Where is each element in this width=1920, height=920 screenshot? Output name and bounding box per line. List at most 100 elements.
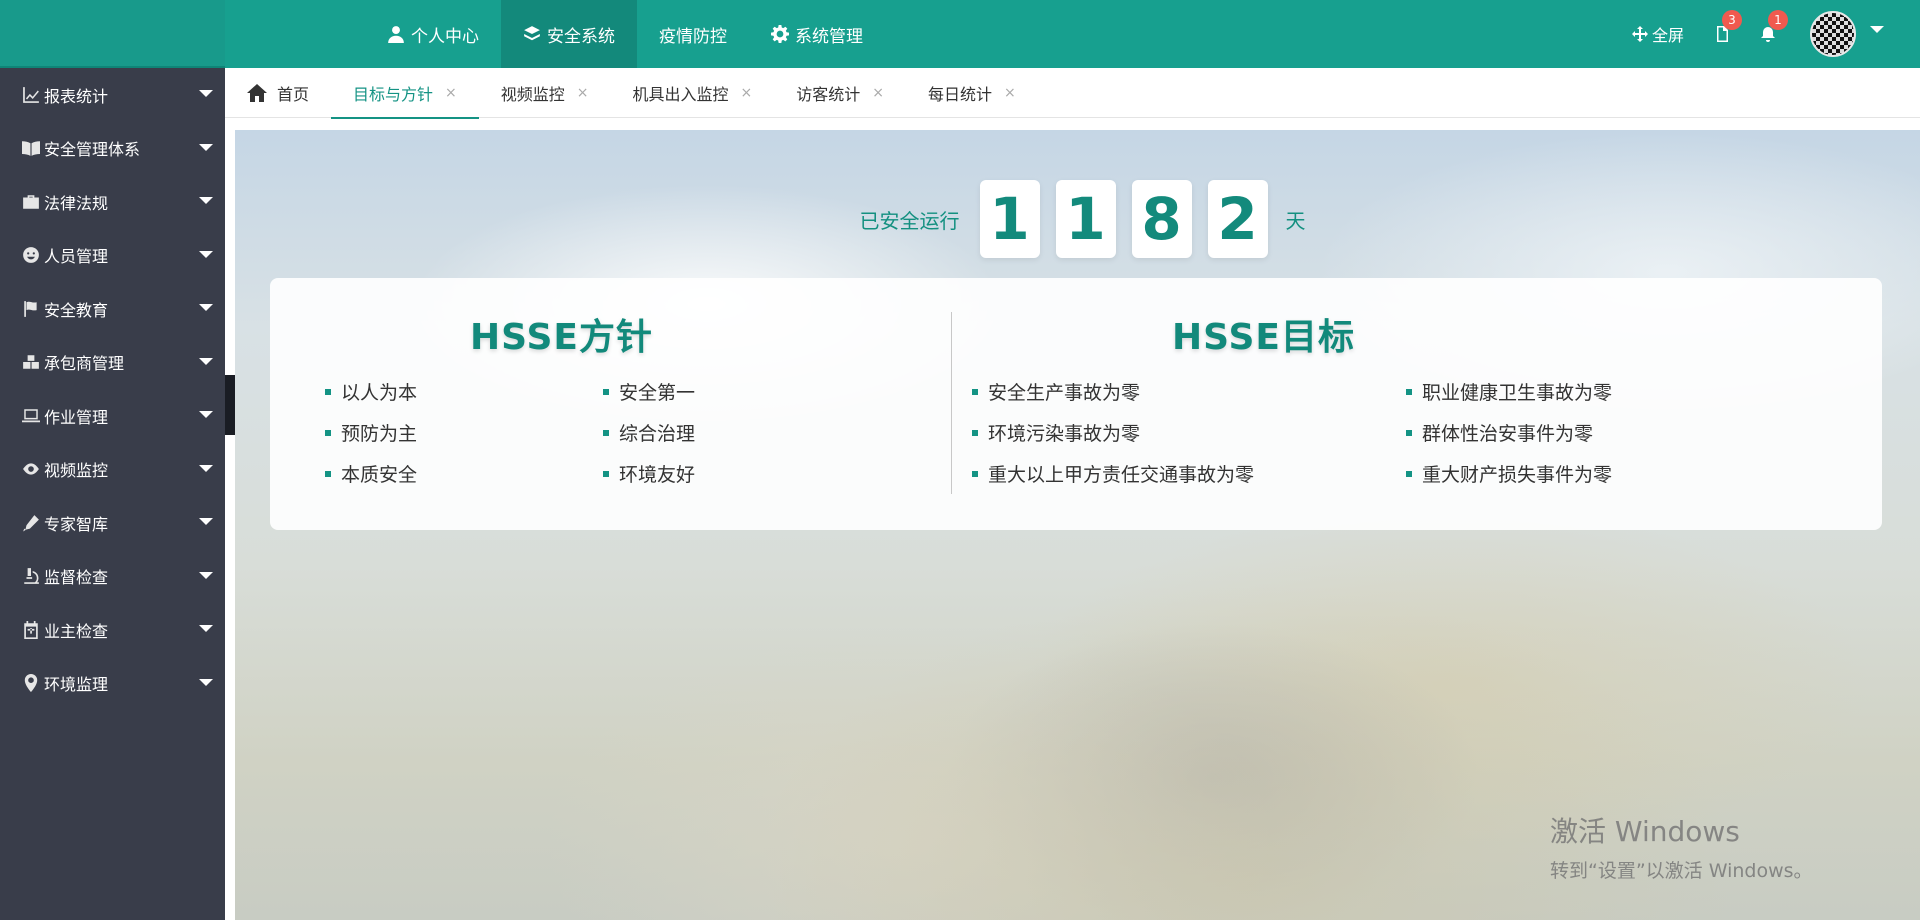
sidebar-item-reports[interactable]: 报表统计 <box>0 68 225 122</box>
notifications-badge: 1 <box>1768 10 1788 30</box>
boxes-icon <box>22 353 40 371</box>
sidebar-item-operations[interactable]: 作业管理 <box>0 389 225 443</box>
safe-days-digit: 8 <box>1131 180 1192 258</box>
flag-icon <box>22 300 40 318</box>
policy-item-text: 综合治理 <box>619 423 696 445</box>
topnav-label: 安全系统 <box>547 26 615 47</box>
logo-area <box>0 0 225 68</box>
sidebar-item-video[interactable]: 视频监控 <box>0 443 225 497</box>
avatar[interactable] <box>1810 11 1856 57</box>
notifications-button[interactable]: 1 <box>1760 10 1788 42</box>
policy-item-text: 环境友好 <box>619 464 696 486</box>
policy-item-text: 以人为本 <box>341 382 418 404</box>
hsse-policy-title: HSSE方针 <box>470 317 653 358</box>
sidebar-item-safety-system[interactable]: 安全管理体系 <box>0 122 225 176</box>
microscope-icon <box>22 567 40 585</box>
move-arrows-icon <box>1631 26 1648 42</box>
sidebar-item-label: 专家智库 <box>44 514 109 534</box>
documents-button[interactable]: 3 <box>1714 10 1742 42</box>
topnav-personal-center[interactable]: 个人中心 <box>365 0 501 68</box>
user-menu-caret-icon[interactable] <box>1870 26 1884 33</box>
close-icon[interactable]: × <box>445 85 457 101</box>
sidebar-item-label: 监督检查 <box>44 568 109 588</box>
windows-activation-watermark: 激活 Windows 转到“设置”以激活 Windows。 <box>1550 810 1813 883</box>
topnav-safety-system[interactable]: 安全系统 <box>501 0 637 68</box>
policy-item: 预防为主 <box>325 419 417 446</box>
sidebar-item-contractors[interactable]: 承包商管理 <box>0 336 225 390</box>
caret-down-icon <box>199 518 213 525</box>
fullscreen-label: 全屏 <box>1651 26 1684 45</box>
sidebar-item-label: 业主检查 <box>44 621 109 641</box>
tab-label: 首页 <box>277 84 310 104</box>
sidebar-item-label: 环境监理 <box>44 675 109 695</box>
topnav-system-management[interactable]: 系统管理 <box>749 0 885 68</box>
bullet-icon <box>1406 470 1412 477</box>
sidebar-item-label: 承包商管理 <box>44 354 125 374</box>
goal-item-text: 安全生产事故为零 <box>988 382 1141 404</box>
sidebar-item-environment[interactable]: 环境监理 <box>0 657 225 711</box>
tab-goals-policy[interactable]: 目标与方针 × <box>331 68 479 119</box>
laptop-icon <box>22 407 40 425</box>
pen-icon <box>22 514 40 532</box>
tab-equipment-monitoring[interactable]: 机具出入监控 × <box>611 68 775 118</box>
goal-item-text: 重大以上甲方责任交通事故为零 <box>988 464 1255 486</box>
sidebar-item-label: 报表统计 <box>44 86 109 106</box>
sidebar-item-supervision[interactable]: 监督检查 <box>0 550 225 604</box>
caret-down-icon <box>199 90 213 97</box>
briefcase-icon <box>22 193 40 211</box>
gear-icon <box>771 25 789 43</box>
watermark-subtitle: 转到“设置”以激活 Windows。 <box>1550 860 1813 882</box>
sidebar-item-personnel[interactable]: 人员管理 <box>0 229 225 283</box>
close-icon[interactable]: × <box>1004 85 1016 101</box>
goal-item: 重大财产损失事件为零 <box>1406 460 1612 487</box>
bullet-icon <box>325 388 331 395</box>
sidebar-item-label: 视频监控 <box>44 461 109 481</box>
tab-home[interactable]: 首页 <box>225 68 331 118</box>
policy-item: 本质安全 <box>325 460 417 487</box>
tab-daily-stats[interactable]: 每日统计 × <box>906 68 1038 118</box>
tab-visitor-stats[interactable]: 访客统计 × <box>774 68 906 118</box>
watermark-title: 激活 Windows <box>1550 815 1740 848</box>
tab-video-monitoring[interactable]: 视频监控 × <box>479 68 611 118</box>
policy-item: 环境友好 <box>603 460 695 487</box>
sidebar-item-education[interactable]: 安全教育 <box>0 282 225 336</box>
goal-item: 群体性治安事件为零 <box>1406 419 1593 446</box>
sidebar-item-label: 法律法规 <box>44 193 109 213</box>
layers-icon <box>523 25 541 43</box>
tab-label: 视频监控 <box>500 84 565 104</box>
sidebar-item-label: 作业管理 <box>44 407 109 427</box>
caret-down-icon <box>199 304 213 311</box>
policy-item-text: 预防为主 <box>341 423 418 445</box>
caret-down-icon <box>199 357 213 365</box>
goal-item-text: 群体性治安事件为零 <box>1422 423 1594 445</box>
bullet-icon <box>1406 388 1412 395</box>
bullet-icon <box>603 470 609 477</box>
close-icon[interactable]: × <box>577 85 589 101</box>
safe-days-label: 已安全运行 <box>859 208 960 233</box>
eye-icon <box>22 460 40 478</box>
caret-down-icon <box>199 411 213 418</box>
sidebar-item-owner-inspection[interactable]: 业主检查 <box>0 603 225 657</box>
bullet-icon <box>325 470 331 477</box>
goal-item: 安全生产事故为零 <box>972 378 1140 405</box>
map-pin-icon <box>22 674 40 693</box>
book-icon <box>22 139 40 157</box>
topnav-epidemic-control[interactable]: 疫情防控 <box>637 0 749 68</box>
home-icon <box>247 83 267 102</box>
caret-down-icon <box>199 625 213 632</box>
fullscreen-button[interactable]: 全屏 <box>1631 22 1684 46</box>
hsse-goals-title: HSSE目标 <box>1172 317 1355 358</box>
sidebar-item-experts[interactable]: 专家智库 <box>0 496 225 550</box>
goal-item-text: 环境污染事故为零 <box>988 423 1141 445</box>
policy-item-text: 本质安全 <box>341 464 418 486</box>
tab-label: 每日统计 <box>928 84 993 104</box>
safe-days-digit: 1 <box>1055 180 1116 258</box>
close-icon[interactable]: × <box>872 85 884 101</box>
caret-down-icon <box>199 250 213 258</box>
calendar-icon <box>22 620 40 639</box>
topnav-label: 系统管理 <box>795 26 863 47</box>
safe-days-digit: 2 <box>1207 180 1268 258</box>
close-icon[interactable]: × <box>741 85 753 101</box>
policy-item: 综合治理 <box>603 419 695 446</box>
sidebar-item-laws[interactable]: 法律法规 <box>0 175 225 229</box>
